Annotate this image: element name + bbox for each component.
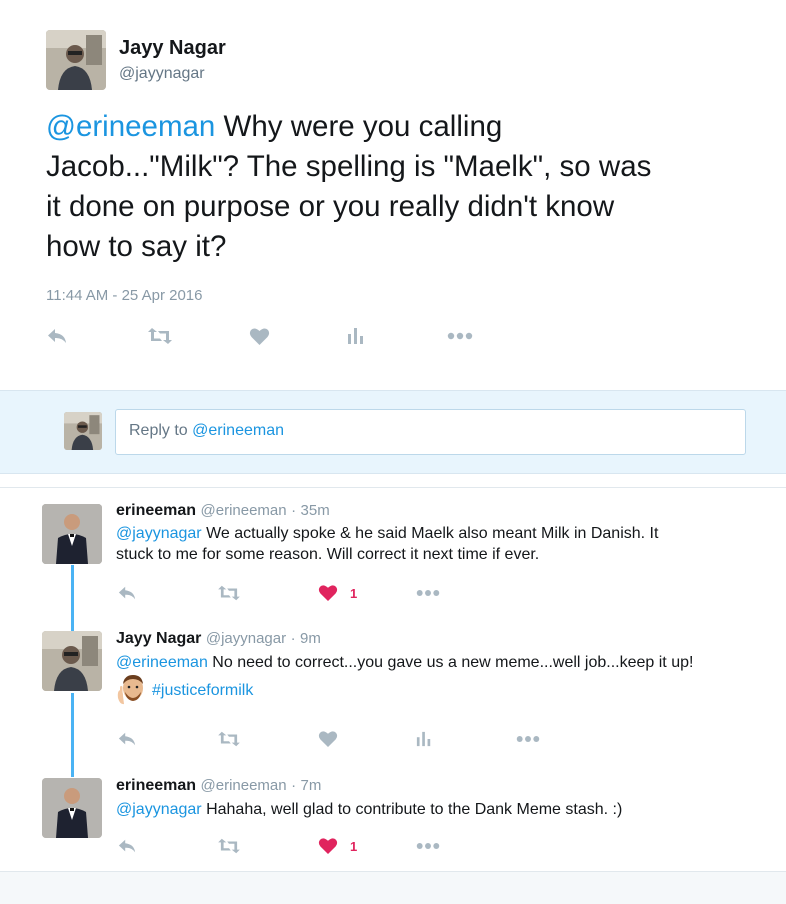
reply-author-name[interactable]: Jayy Nagar [116,630,201,647]
more-icon [416,843,440,849]
separator-dot: · [290,630,296,647]
analytics-icon [416,731,431,747]
reply-text-line: stuck to me for some reason. Will correc… [116,546,540,563]
reply-meta: erineeman @erineeman · 35m [116,502,330,520]
reply-time[interactable]: 9m [300,630,321,647]
reply-text-line: @jayynagar Hahaha, well glad to contribu… [116,799,756,820]
tweet-text: @erineeman Why were you calling Jacob...… [46,107,766,267]
reply-icon [118,732,136,746]
reply-button[interactable] [117,834,137,858]
like-count: 1 [350,585,358,601]
reply-text: @jayynagar We actually spoke & he said M… [116,523,756,565]
reply-text-line: @jayynagar We actually spoke & he said M… [116,523,756,544]
footer-strip [0,871,786,904]
heart-filled-icon [318,585,338,602]
reply-author-handle[interactable]: @erineeman [201,777,287,794]
author-handle[interactable]: @jayynagar [119,65,205,83]
more-icon [416,590,440,596]
tweet-timestamp[interactable]: 11:44 AM - 25 Apr 2016 [46,287,203,304]
like-button[interactable] [318,727,338,751]
mention-link[interactable]: @erineeman [46,110,215,143]
reply-icon [118,586,136,600]
reply-author-handle[interactable]: @jayynagar [206,630,286,647]
like-button[interactable]: 1 [318,834,357,858]
reply-text-segment: We actually spoke & he said Maelk also m… [201,525,659,542]
reply-meta: erineeman @erineeman · 7m [116,777,321,795]
tweet-text-line: @erineeman Why were you calling [46,107,766,147]
reply-button[interactable] [117,727,137,751]
tweet-text-line: Jacob..."Milk"? The spelling is "Maelk",… [46,150,652,183]
retweet-icon [218,585,240,601]
reply-placeholder-text: Reply to [129,422,193,439]
reply-button[interactable] [117,581,137,605]
reply-text-segment: No need to correct...you gave us a new m… [207,654,694,671]
more-icon [516,736,540,742]
more-icon [447,332,473,340]
reply-avatar[interactable] [42,504,102,564]
more-button[interactable] [447,324,473,348]
like-button[interactable]: 1 [318,581,357,605]
reply-author-handle[interactable]: @erineeman [201,502,287,519]
retweet-button[interactable] [147,324,173,348]
analytics-button[interactable] [416,727,432,751]
retweet-icon [218,731,240,747]
tweet-text-line: it done on purpose or you really didn't … [46,190,615,223]
reply-author-name[interactable]: erineeman [116,502,196,519]
reply-thread: erineeman @erineeman · 35m @jayynagar We… [0,487,786,871]
reply-avatar[interactable] [42,631,102,691]
reply-button[interactable] [46,324,68,348]
heart-filled-icon [318,838,338,855]
reply-author-name[interactable]: erineeman [116,777,196,794]
more-button[interactable] [416,581,440,605]
main-tweet: Jayy Nagar @jayynagar @erineeman Why wer… [0,0,786,390]
reply-input[interactable]: Reply to @erineeman [115,409,746,455]
retweet-icon [148,328,172,344]
more-button[interactable] [516,727,540,751]
tweet-actions [46,324,486,350]
reply-text-line: @erineeman No need to correct...you gave… [116,652,756,673]
reply-placeholder-mention: @erineeman [192,422,284,439]
mention-link[interactable]: @jayynagar [116,525,202,542]
reply-text-segment: Hahaha, well glad to contribute to the D… [201,801,623,818]
like-count: 1 [350,838,358,854]
current-user-avatar [64,412,102,450]
retweet-icon [218,838,240,854]
analytics-icon [348,328,363,344]
reply-meta: Jayy Nagar @jayynagar · 9m [116,630,321,648]
hashtag-link[interactable]: #justiceformilk [152,682,253,700]
separator-dot: · [291,777,297,794]
reply-icon [118,839,136,853]
hashtag-row: #justiceformilk [116,674,253,708]
reply-text: @jayynagar Hahaha, well glad to contribu… [116,799,756,820]
like-icon [318,731,338,748]
retweet-button[interactable] [217,581,241,605]
tweet-text-line: how to say it? [46,230,227,263]
reply-icon [48,329,66,343]
analytics-button[interactable] [347,324,365,348]
mention-link[interactable]: @jayynagar [116,801,202,818]
more-button[interactable] [416,834,440,858]
reply-composer: Reply to @erineeman [0,390,786,474]
retweet-button[interactable] [217,834,241,858]
reply-text: @erineeman No need to correct...you gave… [116,652,756,673]
tweet-text-segment: Why were you calling [215,110,503,143]
like-button[interactable] [249,324,270,348]
reply-avatar[interactable] [42,778,102,838]
thread-connector [71,565,74,633]
author-name[interactable]: Jayy Nagar [119,37,226,60]
reply-time[interactable]: 35m [301,502,330,519]
author-avatar[interactable] [46,30,106,90]
like-icon [249,327,270,345]
thread-connector [71,693,74,777]
tweet-page: Jayy Nagar @jayynagar @erineeman Why wer… [0,0,786,904]
hashflag-emoji-icon [117,675,143,705]
mention-link[interactable]: @erineeman [116,654,208,671]
reply-time[interactable]: 7m [301,777,322,794]
separator-dot: · [291,502,297,519]
retweet-button[interactable] [217,727,241,751]
